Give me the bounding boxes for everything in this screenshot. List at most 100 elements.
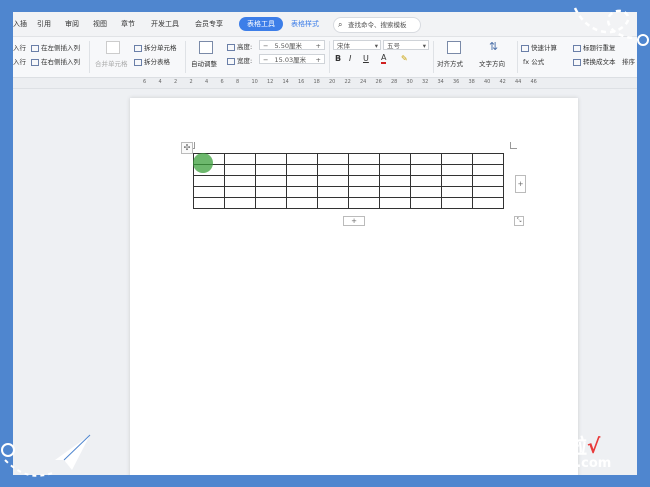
- add-row-button[interactable]: +: [343, 216, 365, 226]
- table-cell[interactable]: [410, 164, 442, 176]
- menu-tab-bar: 入插 引用 审阅 视图 章节 开发工具 会员专享 表格工具 表格样式 ⌕ 查找命…: [13, 12, 637, 37]
- table-cell[interactable]: [224, 197, 256, 209]
- table-cell[interactable]: [286, 197, 318, 209]
- tab-references[interactable]: 引用: [37, 19, 51, 29]
- table-cell[interactable]: [472, 153, 504, 165]
- table-cell[interactable]: [224, 164, 256, 176]
- tab-table-style[interactable]: 表格样式: [283, 17, 327, 31]
- table-cell[interactable]: [193, 175, 225, 187]
- table-cell[interactable]: [410, 175, 442, 187]
- table-cell[interactable]: [348, 175, 380, 187]
- height-plus[interactable]: +: [316, 41, 321, 51]
- table-move-handle[interactable]: ✣: [181, 142, 193, 154]
- table-cell[interactable]: [286, 164, 318, 176]
- to-text-button[interactable]: 转换成文本: [573, 56, 616, 66]
- table-cell[interactable]: [286, 153, 318, 165]
- command-search[interactable]: ⌕ 查找命令、搜索模板: [333, 17, 421, 33]
- table-cell[interactable]: [441, 164, 473, 176]
- insert-col-right-button[interactable]: 在右侧插入列: [31, 56, 80, 66]
- table-cell[interactable]: [193, 197, 225, 209]
- table-cell[interactable]: [472, 186, 504, 198]
- text-direction-button[interactable]: 文字方向: [479, 58, 505, 68]
- table-cell[interactable]: [224, 153, 256, 165]
- merge-cells-button[interactable]: 合并单元格: [95, 58, 128, 68]
- watermark-title: 经验啦√: [527, 430, 600, 459]
- table-cell[interactable]: [193, 186, 225, 198]
- add-column-button[interactable]: +: [515, 175, 526, 193]
- tab-member[interactable]: 会员专享: [195, 19, 223, 29]
- tab-insert[interactable]: 入插: [13, 19, 27, 29]
- table-cell[interactable]: [317, 197, 349, 209]
- autofit-button[interactable]: 自动调整: [191, 58, 217, 68]
- table-cell[interactable]: [472, 175, 504, 187]
- table-cell[interactable]: [255, 197, 287, 209]
- width-plus[interactable]: +: [316, 55, 321, 65]
- table-cell[interactable]: [286, 186, 318, 198]
- tab-developer[interactable]: 开发工具: [151, 19, 179, 29]
- split-table-button[interactable]: 拆分表格: [134, 56, 170, 66]
- table-cell[interactable]: [255, 175, 287, 187]
- document-canvas: ✣ + + ⤡: [13, 89, 637, 475]
- split-cells-button[interactable]: 拆分单元格: [134, 42, 177, 52]
- bold-button[interactable]: B: [335, 54, 341, 63]
- table-cell[interactable]: [441, 153, 473, 165]
- table-resize-handle[interactable]: ⤡: [514, 216, 524, 226]
- table-cell[interactable]: [410, 153, 442, 165]
- table-cell[interactable]: [317, 164, 349, 176]
- tab-table-tools[interactable]: 表格工具: [239, 17, 283, 31]
- table-cell[interactable]: [317, 175, 349, 187]
- insert-row-above-button[interactable]: 入行: [13, 42, 26, 52]
- table-cell[interactable]: [348, 164, 380, 176]
- table-cell[interactable]: [441, 175, 473, 187]
- font-name-select[interactable]: 宋体 ▾: [333, 40, 381, 50]
- italic-button[interactable]: I: [349, 54, 351, 63]
- table-cell[interactable]: [255, 186, 287, 198]
- paper-plane-decoration: [1, 434, 91, 477]
- table-cell[interactable]: [379, 186, 411, 198]
- table-cell[interactable]: [348, 186, 380, 198]
- table-cell[interactable]: [379, 164, 411, 176]
- horizontal-ruler[interactable]: 6 4 2 2 4 6 8 10 12 14 16 18 20 22 24 26 28 30 32 34 36 38 40 4…: [13, 78, 637, 89]
- table-cell[interactable]: [224, 175, 256, 187]
- formula-button[interactable]: fx 公式: [523, 56, 544, 66]
- tab-section[interactable]: 章节: [121, 19, 135, 29]
- font-size-select[interactable]: 五号 ▾: [383, 40, 429, 50]
- table-cell[interactable]: [255, 164, 287, 176]
- insert-col-right-label: 在右侧插入列: [41, 58, 80, 66]
- table-cell[interactable]: [379, 197, 411, 209]
- insert-row-below-button[interactable]: 入行: [13, 56, 26, 66]
- table-cell[interactable]: [410, 197, 442, 209]
- align-button[interactable]: 对齐方式: [437, 58, 463, 68]
- sort-button[interactable]: 排序: [622, 56, 635, 66]
- ruler-mark: 6: [220, 79, 224, 85]
- table-cell[interactable]: [441, 197, 473, 209]
- insert-col-left-button[interactable]: 在左侧插入列: [31, 42, 80, 52]
- table-cell[interactable]: [317, 153, 349, 165]
- tab-review[interactable]: 审阅: [65, 19, 79, 29]
- col-width-input[interactable]: − 15.03厘米 +: [259, 54, 325, 64]
- table-cell[interactable]: [224, 186, 256, 198]
- table-cell[interactable]: [379, 153, 411, 165]
- width-minus[interactable]: −: [263, 56, 268, 64]
- watermark: 经验啦√ jingyanla.com: [505, 430, 635, 476]
- table-cell[interactable]: [348, 197, 380, 209]
- underline-button[interactable]: U: [363, 54, 369, 63]
- quick-calc-label: 快速计算: [531, 44, 557, 52]
- document-page[interactable]: ✣ + + ⤡: [130, 98, 578, 475]
- table-cell[interactable]: [317, 186, 349, 198]
- table-cell[interactable]: [410, 186, 442, 198]
- tab-view[interactable]: 视图: [93, 19, 107, 29]
- table-cell[interactable]: [472, 197, 504, 209]
- table-cell[interactable]: [379, 175, 411, 187]
- document-table[interactable]: [193, 153, 504, 209]
- table-cell[interactable]: [255, 153, 287, 165]
- table-cell[interactable]: [348, 153, 380, 165]
- row-height-input[interactable]: − 5.50厘米 +: [259, 40, 325, 50]
- height-minus[interactable]: −: [263, 42, 268, 50]
- quick-calc-button[interactable]: 快速计算: [521, 42, 557, 52]
- table-cell[interactable]: [441, 186, 473, 198]
- highlight-icon[interactable]: ✎: [401, 54, 408, 63]
- table-cell[interactable]: [286, 175, 318, 187]
- font-color-button[interactable]: A: [381, 54, 387, 64]
- table-cell[interactable]: [472, 164, 504, 176]
